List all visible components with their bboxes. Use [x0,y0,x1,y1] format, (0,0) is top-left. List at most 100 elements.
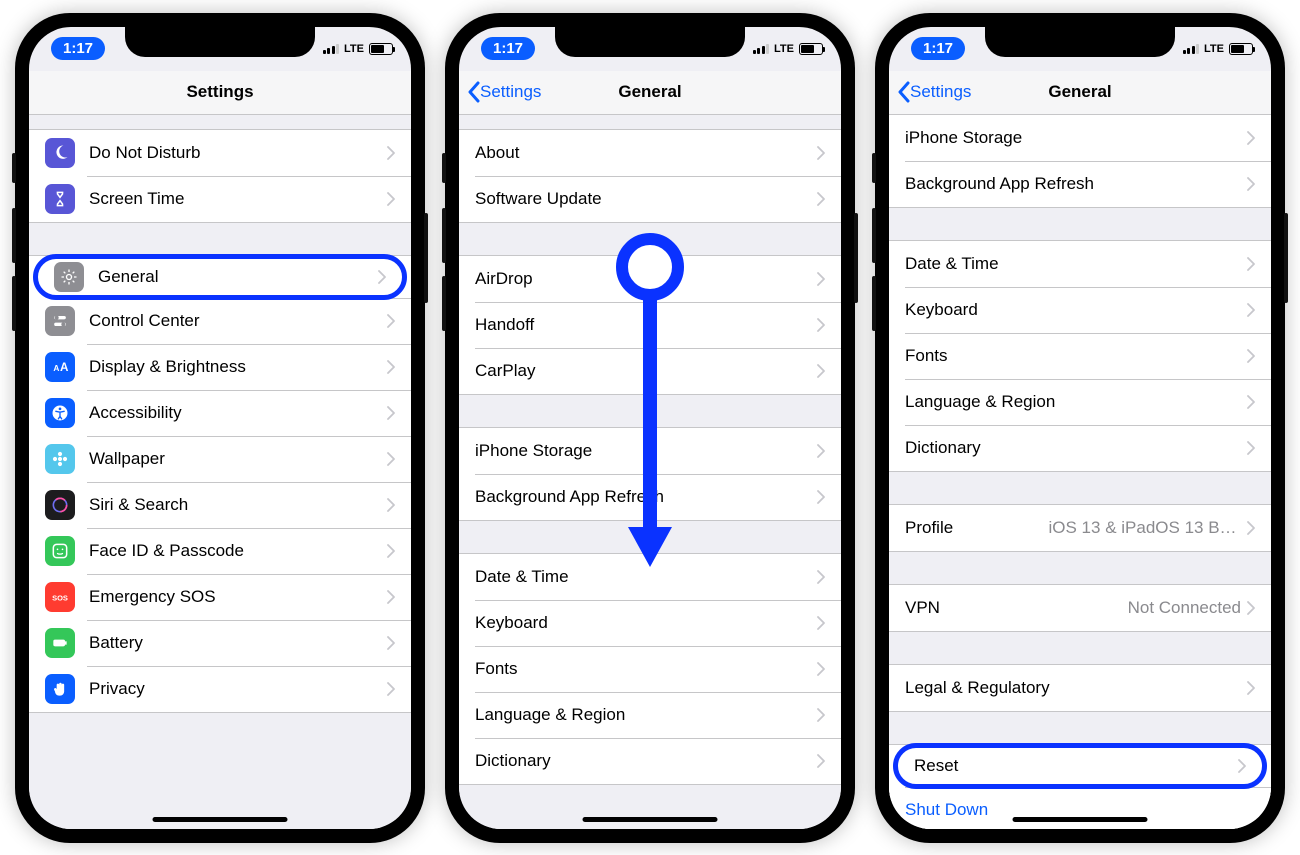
row-label: iPhone Storage [475,441,817,461]
row-profile[interactable]: ProfileiOS 13 & iPadOS 13 Beta Softwar..… [889,505,1271,551]
chevron-right-icon [817,490,825,504]
row-general[interactable]: General [33,254,407,300]
chevron-right-icon [387,146,395,160]
row-battery[interactable]: Battery [29,620,411,666]
status-time: 1:17 [51,37,105,60]
row-wallpaper[interactable]: Wallpaper [29,436,411,482]
row-fonts[interactable]: Fonts [459,646,841,692]
row-shut-down[interactable]: Shut Down [889,787,1271,829]
row-date-time[interactable]: Date & Time [889,241,1271,287]
chevron-right-icon [387,498,395,512]
row-iphone-storage[interactable]: iPhone Storage [889,115,1271,161]
chevron-left-icon [467,81,480,103]
row-label: Date & Time [475,567,817,587]
row-dictionary[interactable]: Dictionary [459,738,841,784]
row-privacy[interactable]: Privacy [29,666,411,712]
row-label: Date & Time [905,254,1247,274]
chevron-right-icon [387,682,395,696]
row-controlcenter[interactable]: Control Center [29,298,411,344]
row-accessibility[interactable]: Accessibility [29,390,411,436]
row-label: Fonts [905,346,1247,366]
row-keyboard[interactable]: Keyboard [889,287,1271,333]
chevron-right-icon [817,146,825,160]
chevron-right-icon [817,754,825,768]
chevron-right-icon [387,406,395,420]
moon-icon [45,138,75,168]
row-dnd[interactable]: Do Not Disturb [29,130,411,176]
chevron-right-icon [387,314,395,328]
row-siri[interactable]: Siri & Search [29,482,411,528]
row-faceid[interactable]: Face ID & Passcode [29,528,411,574]
battery-icon [45,628,75,658]
svg-text:SOS: SOS [52,593,68,602]
face-id-icon [45,536,75,566]
row-reset[interactable]: Reset [893,743,1267,789]
battery-icon [369,43,393,55]
row-background-app-refresh[interactable]: Background App Refresh [459,474,841,520]
nav-header: Settings General [459,71,841,115]
back-label: Settings [480,82,541,102]
row-label: Keyboard [905,300,1247,320]
row-label: Handoff [475,315,817,335]
home-indicator[interactable] [153,817,288,822]
phone-2: 1:17 LTE Settings General AboutSoftware … [445,13,855,843]
chevron-right-icon [387,544,395,558]
row-sos[interactable]: SOSEmergency SOS [29,574,411,620]
home-indicator[interactable] [1013,817,1148,822]
chevron-right-icon [817,570,825,584]
row-about[interactable]: About [459,130,841,176]
row-airdrop[interactable]: AirDrop [459,256,841,302]
row-language-region[interactable]: Language & Region [459,692,841,738]
row-label: Language & Region [905,392,1247,412]
svg-text:A: A [53,363,59,373]
row-label: Screen Time [89,189,387,209]
row-keyboard[interactable]: Keyboard [459,600,841,646]
row-dictionary[interactable]: Dictionary [889,425,1271,471]
signal-icon [753,44,770,54]
status-time: 1:17 [481,37,535,60]
status-time: 1:17 [911,37,965,60]
row-label: Control Center [89,311,387,331]
row-label: Language & Region [475,705,817,725]
chevron-right-icon [378,270,386,284]
row-iphone-storage[interactable]: iPhone Storage [459,428,841,474]
chevron-right-icon [1247,601,1255,615]
row-detail: iOS 13 & iPadOS 13 Beta Softwar... [1049,518,1242,538]
row-handoff[interactable]: Handoff [459,302,841,348]
row-display[interactable]: AADisplay & Brightness [29,344,411,390]
chevron-right-icon [1247,257,1255,271]
row-date-time[interactable]: Date & Time [459,554,841,600]
chevron-right-icon [1247,395,1255,409]
chevron-right-icon [387,360,395,374]
back-button[interactable]: Settings [897,81,971,103]
row-label: AirDrop [475,269,817,289]
chevron-right-icon [387,590,395,604]
row-label: Siri & Search [89,495,387,515]
row-vpn[interactable]: VPNNot Connected [889,585,1271,631]
chevron-right-icon [1238,759,1246,773]
back-button[interactable]: Settings [467,81,541,103]
hand-icon [45,674,75,704]
nav-header: Settings [29,71,411,115]
row-label: Keyboard [475,613,817,633]
chevron-right-icon [1247,177,1255,191]
row-screentime[interactable]: Screen Time [29,176,411,222]
row-label: Wallpaper [89,449,387,469]
chevron-right-icon [817,662,825,676]
row-language-region[interactable]: Language & Region [889,379,1271,425]
home-indicator[interactable] [583,817,718,822]
row-background-app-refresh[interactable]: Background App Refresh [889,161,1271,207]
row-legal-regulatory[interactable]: Legal & Regulatory [889,665,1271,711]
back-label: Settings [910,82,971,102]
row-carplay[interactable]: CarPlay [459,348,841,394]
chevron-right-icon [1247,131,1255,145]
row-fonts[interactable]: Fonts [889,333,1271,379]
sos-icon: SOS [45,582,75,612]
row-software-update[interactable]: Software Update [459,176,841,222]
text-size-icon: AA [45,352,75,382]
chevron-right-icon [1247,441,1255,455]
svg-text:A: A [60,361,69,374]
flower-icon [45,444,75,474]
hourglass-icon [45,184,75,214]
chevron-right-icon [817,192,825,206]
